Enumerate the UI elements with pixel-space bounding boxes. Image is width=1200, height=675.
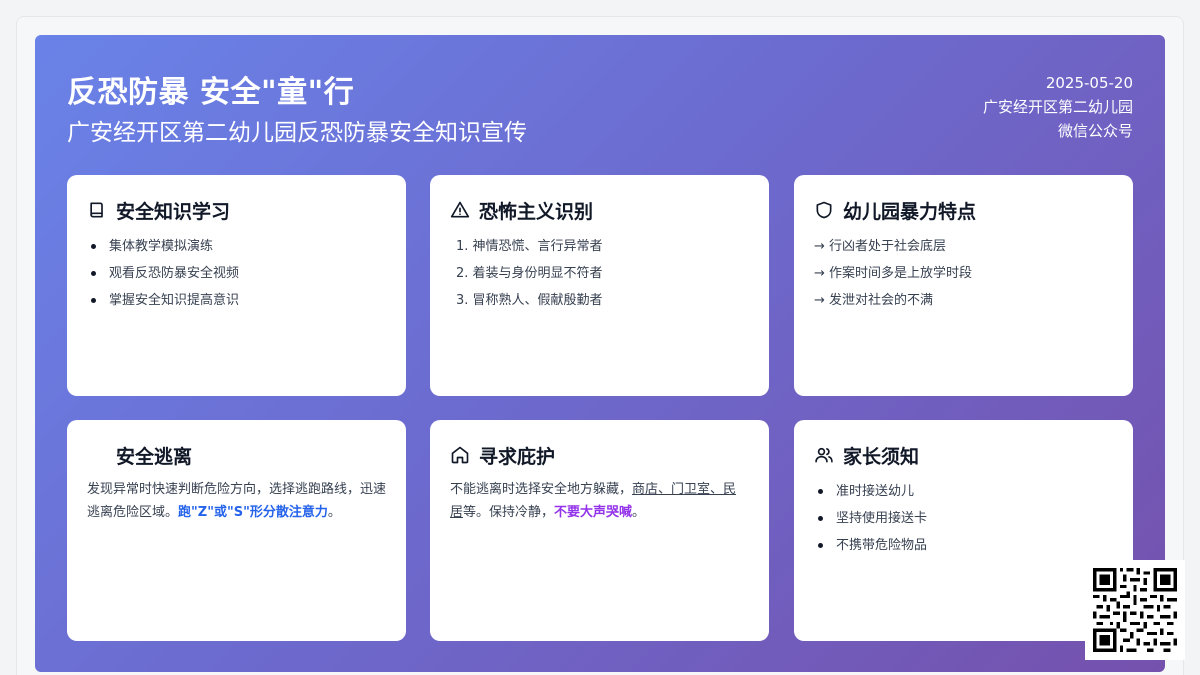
body-text: 。 (632, 505, 646, 520)
page-title: 反恐防暴 安全"童"行 (67, 75, 355, 110)
list-item: → 行凶者处于社会底层 (814, 239, 947, 254)
body-text: 等。保持冷静， (463, 505, 555, 520)
card-body: 发现异常时快速判断危险方向，选择逃跑路线，迅速逃离危险区域。跑"Z"或"S"形分… (87, 478, 386, 524)
card-title: 恐怖主义识别 (479, 200, 594, 223)
card-seek-shelter: 寻求庇护 不能逃离时选择安全地方躲藏，商店、门卫室、民居等。保持冷静，不要大声哭… (430, 420, 769, 641)
book-icon (87, 200, 107, 220)
highlight-text: 跑"Z"或"S"形分散注意力 (178, 505, 328, 520)
card-title: 安全知识学习 (116, 200, 231, 223)
card-safe-escape: 安全逃离 发现异常时快速判断危险方向，选择逃跑路线，迅速逃离危险区域。跑"Z"或… (67, 420, 406, 641)
list-item: 1. 神情恐慌、言行异常者 (456, 239, 603, 254)
banner: 反恐防暴 安全"童"行 广安经开区第二幼儿园反恐防暴安全知识宣传 2025-05… (35, 35, 1165, 672)
qr-code-icon (1085, 560, 1185, 660)
list-item: 观看反恐防暴安全视频 (87, 260, 386, 287)
organization-name: 广安经开区第二幼儿园 (982, 98, 1133, 116)
card-parent-notice: 家长须知 准时接送幼儿 坚持使用接送卡 不携带危险物品 (794, 420, 1133, 641)
meta-info: 2025-05-20 广安经开区第二幼儿园 微信公众号 (983, 71, 1133, 143)
channel-name: 微信公众号 (1057, 122, 1133, 140)
body-text: 不能逃离时选择安全地方躲藏， (450, 482, 633, 497)
card-body: 不能逃离时选择安全地方躲藏，商店、门卫室、民居等。保持冷静，不要大声哭喊。 (450, 478, 749, 524)
card-title: 寻求庇护 (479, 445, 556, 468)
card-title: 幼儿园暴力特点 (843, 200, 977, 223)
shield-icon (814, 200, 834, 220)
home-icon (450, 445, 470, 465)
highlight-text: 不要大声哭喊 (554, 505, 633, 520)
body-text: 。 (327, 505, 341, 520)
card-title: 安全逃离 (116, 445, 193, 468)
list-item: → 作案时间多是上放学时段 (814, 266, 973, 281)
card-title: 家长须知 (843, 445, 920, 468)
card-safety-learning: 安全知识学习 集体教学模拟演练 观看反恐防暴安全视频 掌握安全知识提高意识 (67, 175, 406, 396)
warning-triangle-icon (450, 200, 470, 220)
list-item: 坚持使用接送卡 (814, 505, 1113, 532)
publish-date: 2025-05-20 (1045, 74, 1133, 92)
card-terrorism-identification: 恐怖主义识别 1. 神情恐慌、言行异常者 2. 着装与身份明显不符者 3. 冒称… (430, 175, 769, 396)
list-item: → 发泄对社会的不满 (814, 293, 934, 308)
page-subtitle: 广安经开区第二幼儿园反恐防暴安全知识宣传 (67, 120, 527, 146)
list-item: 不携带危险物品 (814, 532, 1113, 559)
escape-icon (87, 445, 107, 465)
list-item: 掌握安全知识提高意识 (87, 287, 386, 314)
list-item: 2. 着装与身份明显不符者 (456, 266, 603, 281)
list-item: 3. 冒称熟人、假献殷勤者 (456, 293, 603, 308)
users-icon (814, 445, 834, 465)
list-item: 准时接送幼儿 (814, 478, 1113, 505)
card-violence-characteristics: 幼儿园暴力特点 → 行凶者处于社会底层 → 作案时间多是上放学时段 → 发泄对社… (794, 175, 1133, 396)
list-item: 集体教学模拟演练 (87, 233, 386, 260)
